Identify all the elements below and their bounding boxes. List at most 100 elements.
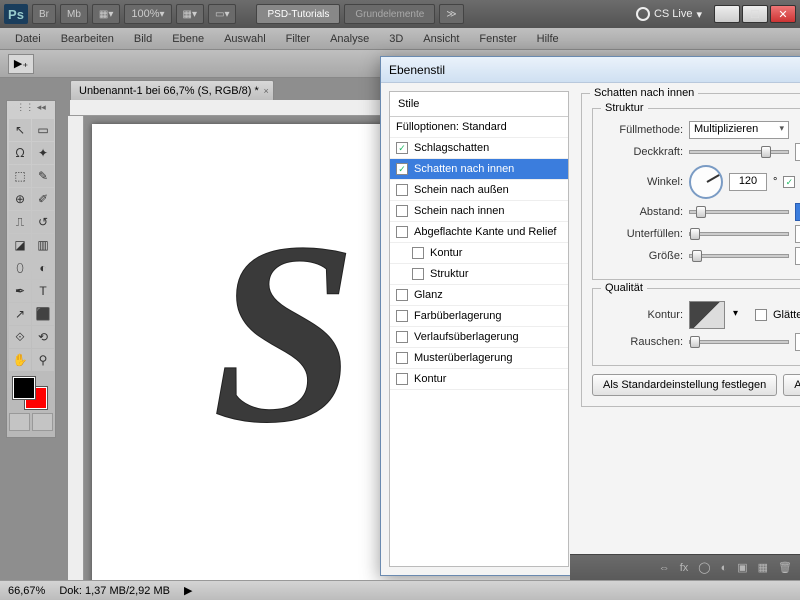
document-tab[interactable]: Unbenannt-1 bei 66,7% (S, RGB/8) * × bbox=[70, 80, 274, 100]
style-row-7[interactable]: Glanz bbox=[390, 285, 568, 306]
style-checkbox[interactable] bbox=[396, 331, 408, 343]
tool-marquee[interactable]: ▭ bbox=[32, 119, 54, 141]
trash-icon[interactable]: 🗑 bbox=[778, 561, 792, 574]
style-checkbox[interactable] bbox=[396, 205, 408, 217]
menu-fenster[interactable]: Fenster bbox=[470, 31, 525, 47]
screenmode-button[interactable] bbox=[32, 413, 53, 431]
style-checkbox[interactable] bbox=[396, 226, 408, 238]
style-checkbox[interactable] bbox=[396, 289, 408, 301]
quickmask-button[interactable] bbox=[9, 413, 30, 431]
tool-path[interactable]: ↗ bbox=[9, 303, 31, 325]
contour-picker[interactable] bbox=[689, 301, 725, 329]
tool-dodge[interactable]: ◐ bbox=[32, 257, 54, 279]
tool-blur[interactable]: ⬯ bbox=[9, 257, 31, 279]
workspace-tab-active[interactable]: PSD-Tutorials bbox=[256, 4, 340, 24]
mask-icon[interactable]: ◯ bbox=[698, 561, 710, 574]
noise-value[interactable]: 0 bbox=[795, 333, 800, 351]
tool-wand[interactable]: ✦ bbox=[32, 142, 54, 164]
menu-datei[interactable]: Datei bbox=[6, 31, 50, 47]
menu-analyse[interactable]: Analyse bbox=[321, 31, 378, 47]
tool-crop[interactable]: ⬚ bbox=[9, 165, 31, 187]
tool-zoom[interactable]: ⚲ bbox=[32, 349, 54, 371]
minimize-button[interactable]: — bbox=[714, 5, 740, 23]
noise-slider[interactable] bbox=[689, 340, 789, 344]
antialias-checkbox[interactable] bbox=[755, 309, 767, 321]
choke-value[interactable]: 0 bbox=[795, 225, 800, 243]
proof-button[interactable]: ▭▾ bbox=[208, 4, 236, 24]
size-value[interactable]: 5 bbox=[795, 247, 800, 265]
fx-icon[interactable]: fx bbox=[680, 562, 689, 574]
tool-3d[interactable]: ⟐ bbox=[9, 326, 31, 348]
reset-default-button[interactable]: Auf Stan bbox=[783, 374, 800, 396]
style-row-1[interactable]: Schatten nach innen bbox=[390, 159, 568, 180]
maximize-button[interactable]: ☐ bbox=[742, 5, 768, 23]
menu-hilfe[interactable]: Hilfe bbox=[528, 31, 568, 47]
current-tool-icon[interactable]: ▶₊ bbox=[8, 54, 34, 74]
menu-auswahl[interactable]: Auswahl bbox=[215, 31, 275, 47]
workspace-more[interactable]: ≫ bbox=[439, 4, 463, 24]
tool-stamp[interactable]: ⎍ bbox=[9, 211, 31, 233]
status-zoom[interactable]: 66,67% bbox=[8, 585, 45, 597]
link-icon[interactable]: ⇔ bbox=[659, 562, 670, 574]
style-checkbox[interactable] bbox=[396, 163, 408, 175]
tool-eraser[interactable]: ◪ bbox=[9, 234, 31, 256]
foreground-color-swatch[interactable] bbox=[13, 377, 35, 399]
distance-value[interactable]: 12 bbox=[795, 203, 800, 221]
tool-eyedropper[interactable]: ✎ bbox=[32, 165, 54, 187]
folder-icon[interactable]: ▣ bbox=[737, 561, 747, 574]
opacity-slider[interactable] bbox=[689, 150, 789, 154]
global-light-checkbox[interactable] bbox=[783, 176, 795, 188]
opacity-value[interactable]: 75 bbox=[795, 143, 800, 161]
tool-3drotate[interactable]: ⟲ bbox=[32, 326, 54, 348]
status-arrow-icon[interactable]: ▶ bbox=[184, 584, 192, 597]
style-checkbox[interactable] bbox=[396, 184, 408, 196]
tool-heal[interactable]: ⊕ bbox=[9, 188, 31, 210]
zoom-combo[interactable]: 100% ▾ bbox=[124, 4, 171, 24]
style-row-10[interactable]: Musterüberlagerung bbox=[390, 348, 568, 369]
bridge-button[interactable]: Br bbox=[32, 4, 56, 24]
choke-slider[interactable] bbox=[689, 232, 789, 236]
minibridge-button[interactable]: Mb bbox=[60, 4, 88, 24]
ruler-vertical[interactable] bbox=[68, 116, 84, 580]
new-layer-icon[interactable]: ▦ bbox=[758, 561, 768, 574]
tool-gradient[interactable]: ▥ bbox=[32, 234, 54, 256]
tool-lasso[interactable]: ᘯ bbox=[9, 142, 31, 164]
style-row-0[interactable]: Schlagschatten bbox=[390, 138, 568, 159]
style-checkbox[interactable] bbox=[396, 352, 408, 364]
arrange-button[interactable]: ▦▾ bbox=[92, 4, 120, 24]
cslive-button[interactable]: CS Live ▾ bbox=[636, 7, 702, 21]
style-row-3[interactable]: Schein nach innen bbox=[390, 201, 568, 222]
tool-move[interactable]: ↖ bbox=[9, 119, 31, 141]
adjustment-icon[interactable]: ◐ bbox=[721, 562, 728, 574]
style-checkbox[interactable] bbox=[412, 247, 424, 259]
menu-ebene[interactable]: Ebene bbox=[163, 31, 213, 47]
close-button[interactable]: ✕ bbox=[770, 5, 796, 23]
style-row-11[interactable]: Kontur bbox=[390, 369, 568, 390]
style-checkbox[interactable] bbox=[396, 142, 408, 154]
style-row-9[interactable]: Verlaufsüberlagerung bbox=[390, 327, 568, 348]
style-row-6[interactable]: Struktur bbox=[390, 264, 568, 285]
style-list-header[interactable]: Stile bbox=[390, 92, 568, 117]
style-row-8[interactable]: Farbüberlagerung bbox=[390, 306, 568, 327]
menu-3d[interactable]: 3D bbox=[380, 31, 412, 47]
style-checkbox[interactable] bbox=[412, 268, 424, 280]
tool-hand[interactable]: ✋ bbox=[9, 349, 31, 371]
tool-history[interactable]: ↺ bbox=[32, 211, 54, 233]
color-swatches[interactable] bbox=[9, 377, 53, 411]
angle-value[interactable]: 120 bbox=[729, 173, 767, 191]
status-docsize[interactable]: Dok: 1,37 MB/2,92 MB bbox=[59, 585, 170, 597]
tool-type[interactable]: T bbox=[32, 280, 54, 302]
tool-brush[interactable]: ✐ bbox=[32, 188, 54, 210]
angle-dial[interactable] bbox=[689, 165, 723, 199]
dialog-titlebar[interactable]: Ebenenstil bbox=[381, 57, 800, 83]
fill-options-row[interactable]: Fülloptionen: Standard bbox=[390, 117, 568, 138]
size-slider[interactable] bbox=[689, 254, 789, 258]
grid-button[interactable]: ▦▾ bbox=[176, 4, 204, 24]
toolbox-grip[interactable]: ⋮⋮ ◂◂ bbox=[7, 101, 55, 113]
menu-bearbeiten[interactable]: Bearbeiten bbox=[52, 31, 123, 47]
tool-shape[interactable]: ⬛ bbox=[32, 303, 54, 325]
style-row-4[interactable]: Abgeflachte Kante und Relief bbox=[390, 222, 568, 243]
menu-filter[interactable]: Filter bbox=[277, 31, 319, 47]
style-row-5[interactable]: Kontur bbox=[390, 243, 568, 264]
make-default-button[interactable]: Als Standardeinstellung festlegen bbox=[592, 374, 777, 396]
